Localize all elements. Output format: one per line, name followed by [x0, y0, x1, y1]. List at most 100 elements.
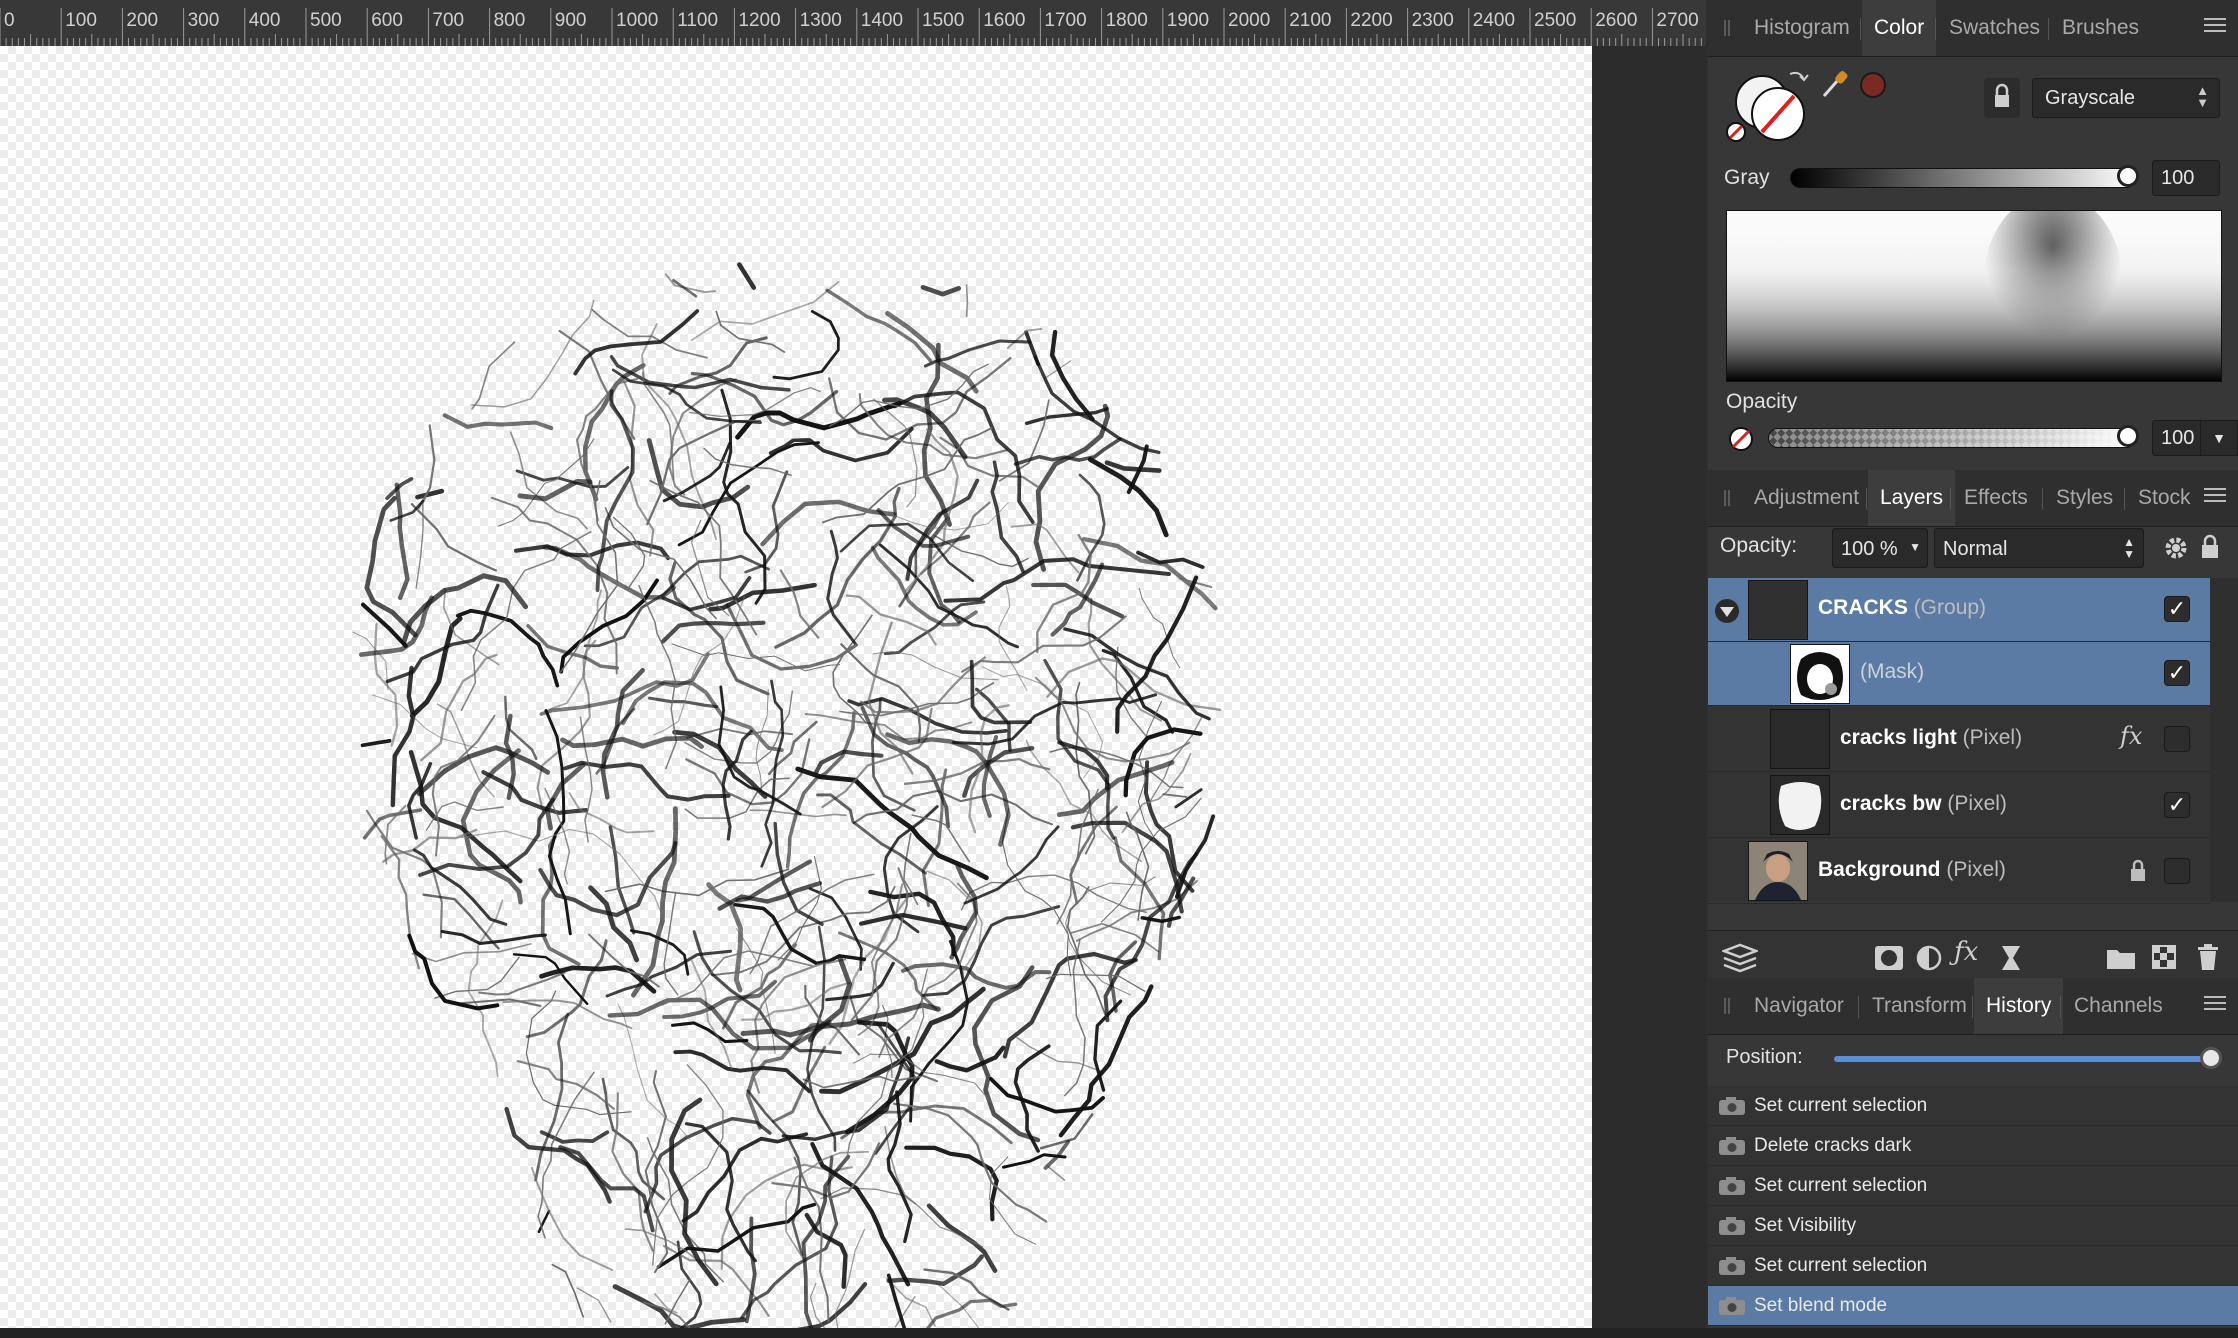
history-item-label: Set current selection: [1754, 1095, 1928, 1116]
layers-scrollbar[interactable]: [2210, 578, 2238, 902]
crack-line: [760, 679, 785, 868]
gear-icon[interactable]: [2162, 534, 2190, 567]
opacity-slider-handle[interactable]: [2117, 425, 2139, 447]
crack-line: [1050, 562, 1105, 637]
document-canvas[interactable]: [0, 46, 1592, 1328]
lock-icon[interactable]: [2128, 858, 2148, 889]
layer-row-mask[interactable]: (Mask) ✓: [1708, 642, 2210, 706]
crack-line: [544, 762, 586, 831]
disclosure-triangle-icon[interactable]: [1714, 598, 1740, 629]
ruler-label: 2700: [1656, 10, 1698, 31]
canvas-area[interactable]: [0, 46, 1706, 1328]
ruler-label: 1000: [616, 10, 658, 31]
tab-color[interactable]: Color: [1862, 0, 1937, 56]
blend-mode-select[interactable]: Normal ▲ ▼: [1934, 528, 2144, 568]
tab-layers[interactable]: Layers: [1868, 470, 1956, 526]
crack-line: [440, 929, 547, 946]
crack-line: [568, 792, 655, 834]
layer-visibility-checkbox[interactable]: ✓: [2164, 792, 2190, 818]
mask-layer-icon[interactable]: [1874, 945, 1904, 976]
layer-stack-icon[interactable]: [1720, 943, 1760, 978]
fx-icon[interactable]: fx: [2120, 722, 2142, 750]
ruler-label: 1100: [677, 10, 718, 31]
history-item[interactable]: Set current selection: [1708, 1086, 2238, 1126]
layer-row-cracks-bw[interactable]: cracks bw (Pixel) ✓: [1708, 772, 2210, 838]
pixel-layer-icon[interactable]: [2152, 945, 2176, 974]
layer-row-background[interactable]: Background (Pixel): [1708, 838, 2210, 904]
color-picker-field[interactable]: [1726, 193, 2222, 382]
gray-slider[interactable]: [1790, 165, 2139, 188]
layer-row-cracks-group[interactable]: CRACKS (Group) ✓: [1708, 578, 2210, 642]
eyedropper-icon[interactable]: [1820, 66, 1850, 105]
crack-line: [684, 1122, 757, 1263]
crack-line: [772, 310, 840, 381]
ruler-label: 200: [126, 10, 158, 31]
history-item[interactable]: Set current selection: [1708, 1166, 2238, 1206]
panel-grip-icon[interactable]: [1724, 998, 1730, 1014]
tab-channels[interactable]: Channels: [2062, 978, 2175, 1034]
tab-history[interactable]: History: [1974, 978, 2064, 1034]
layers-toolbar: ƒx: [1708, 930, 2238, 985]
trash-icon[interactable]: [2196, 943, 2220, 976]
layer-visibility-checkbox[interactable]: [2164, 858, 2190, 884]
tab-stock[interactable]: Stock: [2126, 470, 2203, 526]
gray-value: 100: [2161, 167, 2195, 189]
panel-menu-icon[interactable]: [2204, 996, 2226, 1016]
opacity-dropdown-button[interactable]: ▼: [2200, 420, 2238, 456]
tab-transform[interactable]: Transform: [1860, 978, 1979, 1034]
tab-effects[interactable]: Effects: [1952, 470, 2040, 526]
layer-visibility-checkbox[interactable]: [2164, 726, 2190, 752]
crack-line: [858, 912, 968, 931]
ruler-ticks: 0 100 200 300 400 500 600 700 800 900 1000 1100 1200…: [0, 8, 1702, 46]
panel-menu-icon[interactable]: [2204, 488, 2226, 508]
picked-color-swatch[interactable]: [1858, 70, 1888, 105]
live-filter-icon[interactable]: [2000, 944, 2022, 977]
ruler-label: 2500: [1534, 10, 1576, 31]
crack-line: [664, 273, 717, 294]
gray-slider-handle[interactable]: [2117, 165, 2139, 187]
history-item[interactable]: Set Visibility: [1708, 1206, 2238, 1246]
crack-line: [411, 943, 532, 963]
tab-styles[interactable]: Styles: [2044, 470, 2125, 526]
history-position-slider[interactable]: [1834, 1047, 2222, 1069]
crack-line: [886, 1090, 913, 1244]
layer-visibility-checkbox[interactable]: ✓: [2164, 660, 2190, 686]
layer-opacity-label: Opacity:: [1720, 534, 1798, 557]
crack-line: [410, 503, 497, 572]
fx-icon[interactable]: ƒx: [1954, 937, 1978, 967]
horizontal-ruler[interactable]: 0 100 200 300 400 500 600 700 800 900 1000 1100 1200…: [0, 0, 1706, 47]
gray-value-field[interactable]: 100: [2152, 160, 2220, 196]
history-item-label: Delete cracks dark: [1754, 1135, 1912, 1156]
history-item[interactable]: Delete cracks dark: [1708, 1126, 2238, 1166]
folder-icon[interactable]: [2106, 945, 2136, 976]
color-mode-select[interactable]: Grayscale ▲ ▼: [2032, 78, 2220, 118]
layers-list: CRACKS (Group) ✓ (Mask) ✓ cracks light (…: [1708, 578, 2238, 904]
layer-visibility-checkbox[interactable]: ✓: [2164, 596, 2190, 622]
tab-adjustment[interactable]: Adjustment: [1742, 470, 1871, 526]
crack-line: [773, 821, 824, 926]
panel-grip-icon[interactable]: [1724, 490, 1730, 506]
panel-grip-icon[interactable]: [1724, 20, 1730, 36]
crack-line: [1101, 648, 1175, 734]
crack-line: [601, 1077, 666, 1201]
tab-histogram[interactable]: Histogram: [1742, 0, 1862, 56]
panel-menu-icon[interactable]: [2204, 18, 2226, 38]
crack-line: [358, 595, 435, 657]
history-item[interactable]: Set current selection: [1708, 1246, 2238, 1286]
adjustment-icon[interactable]: [1916, 945, 1942, 976]
crack-line: [539, 1130, 610, 1144]
tab-navigator[interactable]: Navigator: [1742, 978, 1856, 1034]
no-color-icon[interactable]: [1728, 426, 1754, 457]
tab-brushes[interactable]: Brushes: [2050, 0, 2151, 56]
crack-line: [537, 1071, 595, 1239]
lock-icon[interactable]: [1984, 78, 2020, 118]
lock-icon[interactable]: [2198, 532, 2222, 567]
history-position-handle[interactable]: [2200, 1047, 2222, 1069]
opacity-slider[interactable]: [1768, 425, 2139, 448]
tab-swatches[interactable]: Swatches: [1937, 0, 2052, 56]
crack-line: [656, 1202, 817, 1269]
layer-row-cracks-light[interactable]: cracks light (Pixel) fx: [1708, 706, 2210, 772]
layer-opacity-field[interactable]: 100 % ▼: [1832, 528, 1928, 568]
history-item[interactable]: Set blend mode: [1708, 1286, 2238, 1326]
ruler-label: 1700: [1044, 10, 1086, 31]
